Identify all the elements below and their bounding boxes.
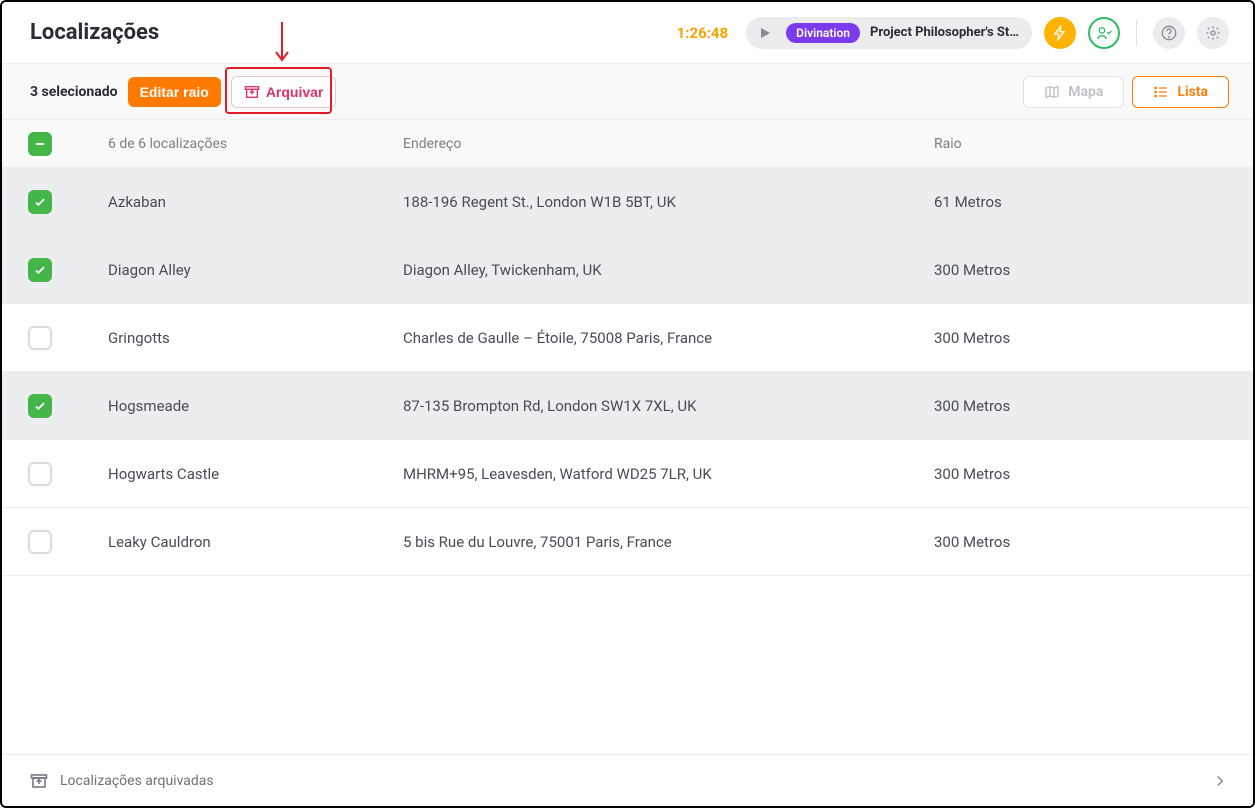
archive-button[interactable]: Arquivar xyxy=(231,76,337,108)
selected-count: 3 selecionado xyxy=(30,84,118,100)
col-radius: Raio xyxy=(934,136,1229,152)
header-divider xyxy=(1136,20,1137,46)
row-name: Hogsmeade xyxy=(108,397,403,415)
toolbar: 3 selecionado Editar raio Arquivar Mapa xyxy=(2,64,1253,120)
col-count: 6 de 6 localizações xyxy=(108,136,403,152)
row-address: 87-135 Brompton Rd, London SW1X 7XL, UK xyxy=(403,397,934,415)
footer: Localizações arquivadas xyxy=(2,754,1253,806)
archived-locations-label: Localizações arquivadas xyxy=(60,773,214,789)
table-row[interactable]: Leaky Cauldron 5 bis Rue du Louvre, 7500… xyxy=(2,508,1253,576)
row-name: Diagon Alley xyxy=(108,261,403,279)
row-address: 5 bis Rue du Louvre, 75001 Paris, France xyxy=(403,533,934,551)
bolt-icon xyxy=(1052,25,1068,41)
timer-display: 1:26:48 xyxy=(677,24,728,42)
table-row[interactable]: Hogwarts Castle MHRM+95, Leavesden, Watf… xyxy=(2,440,1253,508)
row-address: 188-196 Regent St., London W1B 5BT, UK xyxy=(403,193,934,211)
user-check-icon xyxy=(1096,25,1112,41)
table-row[interactable]: Diagon Alley Diagon Alley, Twickenham, U… xyxy=(2,236,1253,304)
row-checkbox[interactable] xyxy=(28,530,52,554)
table-row[interactable]: Hogsmeade 87-135 Brompton Rd, London SW1… xyxy=(2,372,1253,440)
row-radius: 300 Metros xyxy=(934,261,1229,279)
chevron-right-icon[interactable] xyxy=(1211,772,1229,790)
page-title: Localizações xyxy=(30,20,159,45)
table-row[interactable]: Azkaban 188-196 Regent St., London W1B 5… xyxy=(2,168,1253,236)
row-name: Leaky Cauldron xyxy=(108,533,403,551)
table-head: 6 de 6 localizações Endereço Raio xyxy=(2,120,1253,168)
bolt-button[interactable] xyxy=(1044,17,1076,49)
edit-radius-button[interactable]: Editar raio xyxy=(128,77,221,107)
table-row[interactable]: Gringotts Charles de Gaulle – Étoile, 75… xyxy=(2,304,1253,372)
row-address: Charles de Gaulle – Étoile, 75008 Paris,… xyxy=(403,329,934,347)
archive-icon xyxy=(244,84,260,100)
view-list-button[interactable]: Lista xyxy=(1132,76,1229,108)
row-radius: 300 Metros xyxy=(934,397,1229,415)
view-list-label: Lista xyxy=(1177,84,1208,100)
row-checkbox[interactable] xyxy=(28,326,52,350)
archive-box-icon xyxy=(30,772,48,790)
list-icon xyxy=(1153,84,1169,100)
row-address: Diagon Alley, Twickenham, UK xyxy=(403,261,934,279)
player-tag[interactable]: Divination xyxy=(786,23,860,43)
view-map-button[interactable]: Mapa xyxy=(1023,76,1124,108)
header-right: 1:26:48 Divination Project Philosopher's… xyxy=(677,17,1229,49)
row-address: MHRM+95, Leavesden, Watford WD25 7LR, UK xyxy=(403,465,934,483)
map-icon xyxy=(1044,84,1060,100)
app-header: Localizações 1:26:48 Divination Project … xyxy=(2,2,1253,64)
player-project[interactable]: Project Philosopher's St... xyxy=(870,25,1020,40)
row-name: Hogwarts Castle xyxy=(108,465,403,483)
help-icon xyxy=(1161,25,1177,41)
table-body: Azkaban 188-196 Regent St., London W1B 5… xyxy=(2,168,1253,576)
row-checkbox[interactable] xyxy=(28,190,52,214)
timer-player: Divination Project Philosopher's St... xyxy=(746,17,1032,49)
archived-locations-button[interactable]: Localizações arquivadas xyxy=(30,772,214,790)
locations-table: 6 de 6 localizações Endereço Raio Azkaba… xyxy=(2,120,1253,754)
col-address: Endereço xyxy=(403,136,934,152)
row-name: Gringotts xyxy=(108,329,403,347)
row-radius: 300 Metros xyxy=(934,465,1229,483)
settings-button[interactable] xyxy=(1197,17,1229,49)
user-check-button[interactable] xyxy=(1088,17,1120,49)
help-button[interactable] xyxy=(1153,17,1185,49)
row-name: Azkaban xyxy=(108,193,403,211)
play-icon[interactable] xyxy=(754,22,776,44)
view-toggle: Mapa Lista xyxy=(1023,76,1229,108)
row-checkbox[interactable] xyxy=(28,258,52,282)
archive-button-label: Arquivar xyxy=(266,84,324,100)
row-radius: 300 Metros xyxy=(934,329,1229,347)
row-checkbox[interactable] xyxy=(28,394,52,418)
row-radius: 300 Metros xyxy=(934,533,1229,551)
settings-icon xyxy=(1205,25,1221,41)
view-map-label: Mapa xyxy=(1068,84,1103,100)
select-all-checkbox[interactable] xyxy=(28,132,52,156)
row-checkbox[interactable] xyxy=(28,462,52,486)
row-radius: 61 Metros xyxy=(934,193,1229,211)
